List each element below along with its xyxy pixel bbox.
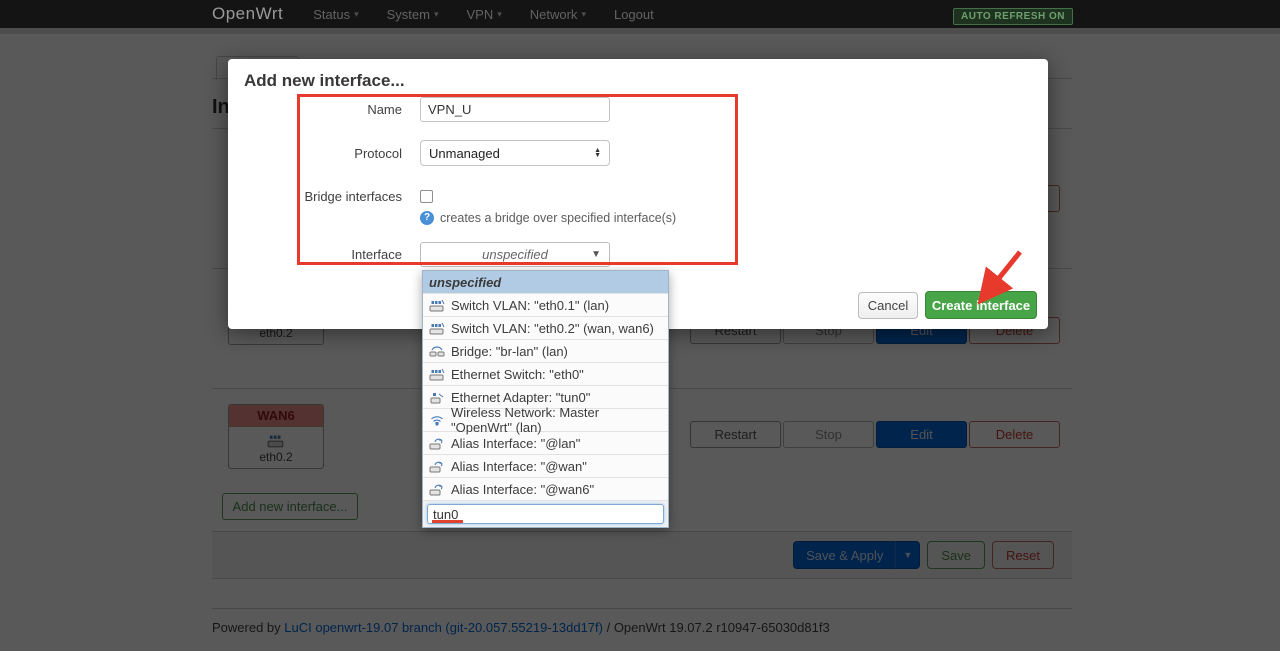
bridge-checkbox[interactable] — [420, 190, 433, 203]
auto-refresh-badge[interactable]: AUTO REFRESH ON — [953, 8, 1073, 25]
interface-selected-value: unspecified — [482, 247, 548, 262]
option-label: Wireless Network: Master "OpenWrt" (lan) — [451, 405, 662, 435]
protocol-selected-value: Unmanaged — [429, 146, 500, 161]
chevron-down-icon: ▾ — [497, 9, 502, 20]
modal-title: Add new interface... — [244, 71, 405, 91]
chevron-down-icon: ▾ — [354, 9, 359, 20]
bridge-label: Bridge interfaces — [228, 189, 402, 204]
option-label: Switch VLAN: "eth0.1" (lan) — [451, 298, 609, 313]
option-label: Ethernet Adapter: "tun0" — [451, 390, 590, 405]
wifi-icon — [429, 412, 445, 428]
protocol-select[interactable]: Unmanaged ▲▼ — [420, 140, 610, 166]
help-icon: ? — [420, 211, 434, 225]
switch-vlan-icon — [429, 320, 445, 336]
dropdown-option-eth0[interactable]: Ethernet Switch: "eth0" — [423, 363, 668, 386]
option-label: Bridge: "br-lan" (lan) — [451, 344, 568, 359]
nav-status[interactable]: Status▾ — [313, 7, 358, 22]
dropdown-option-eth0-2[interactable]: Switch VLAN: "eth0.2" (wan, wan6) — [423, 317, 668, 340]
nav-vpn[interactable]: VPN▾ — [466, 7, 501, 22]
name-label: Name — [228, 102, 402, 117]
bridge-help: ? creates a bridge over specified interf… — [420, 211, 676, 225]
bridge-help-text: creates a bridge over specified interfac… — [440, 211, 676, 225]
alias-icon — [429, 435, 445, 451]
nav-network[interactable]: Network▾ — [530, 7, 586, 22]
brand-logo[interactable]: OpenWrt — [212, 4, 283, 24]
spellcheck-underline — [432, 520, 463, 523]
nav-menu: Status▾ System▾ VPN▾ Network▾ Logout — [313, 7, 654, 22]
switch-vlan-icon — [429, 297, 445, 313]
option-label: Switch VLAN: "eth0.2" (wan, wan6) — [451, 321, 654, 336]
bridge-icon — [429, 343, 445, 359]
chevron-down-icon: ▾ — [434, 9, 439, 20]
nav-system[interactable]: System▾ — [387, 7, 439, 22]
dropdown-option-alias-lan[interactable]: Alias Interface: "@lan" — [423, 432, 668, 455]
chevron-down-icon: ▼ — [591, 249, 601, 260]
option-label: unspecified — [429, 275, 501, 290]
interface-select[interactable]: unspecified ▼ — [420, 242, 610, 267]
interface-label: Interface — [228, 247, 402, 262]
create-interface-button[interactable]: Create interface — [925, 291, 1037, 319]
option-label: Ethernet Switch: "eth0" — [451, 367, 584, 382]
protocol-label: Protocol — [228, 146, 402, 161]
name-input[interactable] — [420, 97, 610, 122]
nav-logout[interactable]: Logout — [614, 7, 654, 22]
dropdown-option-alias-wan6[interactable]: Alias Interface: "@wan6" — [423, 478, 668, 501]
dropdown-option-wireless-master[interactable]: Wireless Network: Master "OpenWrt" (lan) — [423, 409, 668, 432]
top-navbar: OpenWrt Status▾ System▾ VPN▾ Network▾ Lo… — [0, 0, 1280, 34]
option-label: Alias Interface: "@wan6" — [451, 482, 594, 497]
dropdown-option-br-lan[interactable]: Bridge: "br-lan" (lan) — [423, 340, 668, 363]
dropdown-option-eth0-1[interactable]: Switch VLAN: "eth0.1" (lan) — [423, 294, 668, 317]
dropdown-option-alias-wan[interactable]: Alias Interface: "@wan" — [423, 455, 668, 478]
option-label: Alias Interface: "@wan" — [451, 459, 587, 474]
ethernet-adapter-icon — [429, 389, 445, 405]
custom-interface-row — [423, 501, 668, 527]
option-label: Alias Interface: "@lan" — [451, 436, 580, 451]
interface-dropdown-list: unspecified Switch VLAN: "eth0.1" (lan) … — [422, 270, 669, 528]
cancel-button[interactable]: Cancel — [858, 292, 918, 319]
chevron-down-icon: ▾ — [581, 9, 586, 20]
alias-icon — [429, 481, 445, 497]
ethernet-switch-icon — [429, 366, 445, 382]
alias-icon — [429, 458, 445, 474]
updown-caret-icon: ▲▼ — [594, 148, 601, 158]
dropdown-option-unspecified[interactable]: unspecified — [423, 271, 668, 294]
